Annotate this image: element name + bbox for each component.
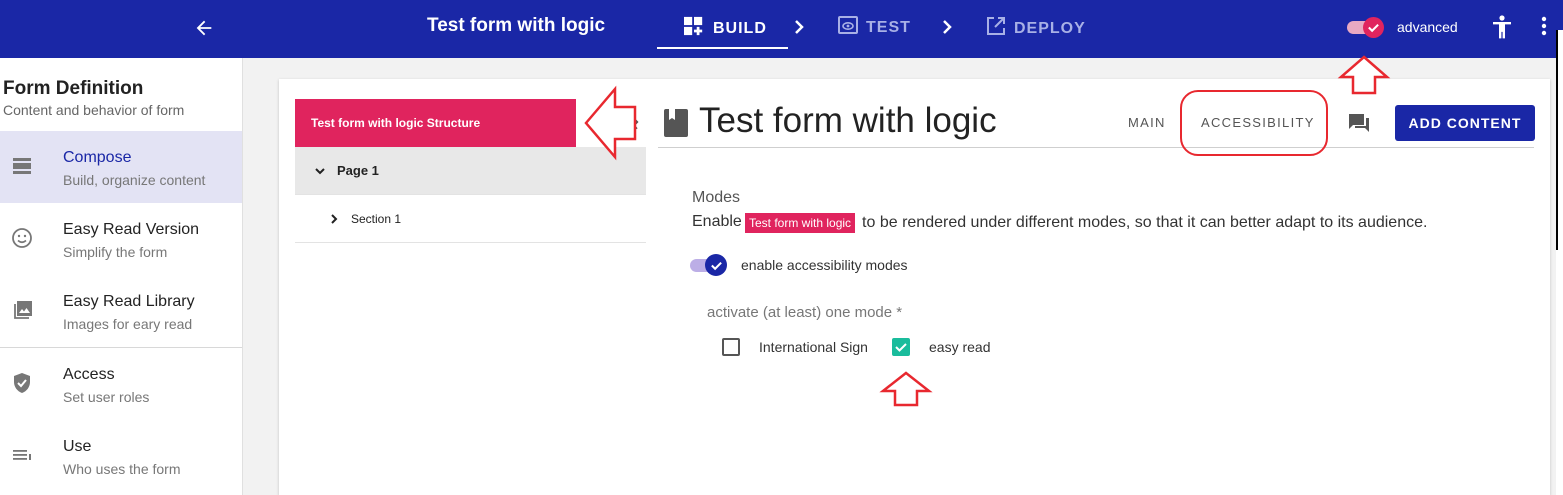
sidebar-item-desc: Set user roles (63, 389, 150, 405)
annotation-arrow-up-icon (1337, 55, 1391, 95)
accessibility-icon[interactable] (1490, 14, 1514, 45)
advanced-label: advanced (1397, 19, 1458, 35)
preview-icon (838, 16, 858, 39)
modes-desc-suffix: to be rendered under different modes, so… (862, 214, 1428, 231)
header-divider (658, 147, 1534, 148)
smiley-icon (11, 227, 33, 249)
chevron-right-icon (795, 20, 804, 34)
modes-description: Enable Test form with logic to be render… (692, 213, 1427, 233)
checkbox-label: easy read (929, 339, 991, 355)
step-build-label: BUILD (713, 19, 767, 37)
structure-header: Test form with logic Structure (295, 99, 576, 147)
sidebar-item-easy-read-version[interactable]: Easy Read Version Simplify the form (0, 203, 242, 275)
shield-check-icon (11, 372, 33, 394)
step-deploy[interactable]: DEPLOY (986, 16, 1086, 41)
check-icon (705, 254, 727, 276)
accessibility-modes-label: enable accessibility modes (741, 257, 908, 273)
modes-heading: Modes (692, 189, 741, 206)
international-sign-checkbox[interactable] (722, 338, 740, 356)
step-deploy-label: DEPLOY (1014, 19, 1086, 37)
sidebar-item-desc: Who uses the form (63, 461, 181, 477)
more-vert-icon[interactable] (1540, 14, 1548, 43)
sidebar-item-desc: Simplify the form (63, 244, 168, 260)
chevron-right-icon (943, 20, 952, 34)
book-icon (663, 108, 689, 143)
check-icon (895, 343, 907, 352)
tab-main[interactable]: MAIN (1128, 115, 1166, 130)
top-app-bar: Test form with logic BUILD TEST DEPLOY a… (0, 0, 1563, 58)
sidebar-item-label: Use (63, 438, 92, 455)
sidebar-item-use[interactable]: Use Who uses the form (0, 420, 242, 492)
form-name-chip: Test form with logic (745, 213, 856, 233)
sidebar-item-easy-read-library[interactable]: Easy Read Library Images for eary read (0, 275, 242, 347)
step-build[interactable]: BUILD (683, 16, 767, 41)
compose-icon (11, 155, 33, 177)
tree-item-label: Section 1 (351, 211, 402, 226)
chevron-down-icon (313, 164, 327, 178)
easy-read-checkbox[interactable] (892, 338, 910, 356)
image-library-icon (11, 299, 33, 321)
sidebar-title: Form Definition (3, 78, 144, 99)
page-title: Test form with logic (699, 101, 997, 140)
modes-desc-prefix: Enable (692, 213, 742, 230)
build-icon (683, 16, 705, 41)
checkbox-label: International Sign (759, 339, 868, 355)
check-icon (1363, 17, 1384, 38)
accessibility-modes-toggle[interactable] (690, 254, 730, 276)
annotation-highlight-ring (1180, 90, 1328, 156)
modes-group-label: activate (at least) one mode * (707, 304, 903, 321)
tree-item-label: Page 1 (337, 163, 379, 178)
sidebar-item-access[interactable]: Access Set user roles (0, 348, 242, 420)
list-icon (11, 444, 33, 466)
sidebar-item-desc: Images for eary read (63, 316, 193, 332)
form-title: Test form with logic (427, 15, 606, 36)
step-test-label: TEST (866, 18, 911, 36)
sidebar-subtitle: Content and behavior of form (3, 102, 185, 118)
open-external-icon (986, 16, 1006, 41)
sidebar-item-label: Compose (63, 149, 132, 166)
sidebar: Form Definition Content and behavior of … (0, 58, 243, 495)
advanced-toggle[interactable] (1347, 16, 1387, 38)
comments-icon[interactable] (1347, 111, 1371, 140)
back-arrow-icon[interactable] (190, 14, 218, 42)
add-content-button[interactable]: ADD CONTENT (1395, 105, 1535, 141)
sidebar-item-compose[interactable]: Compose Build, organize content (0, 131, 242, 203)
tree-item-section[interactable]: Section 1 (295, 195, 646, 243)
sidebar-item-desc: Build, organize content (63, 172, 206, 188)
sidebar-item-label: Access (63, 366, 115, 383)
chevron-right-icon (327, 212, 341, 226)
annotation-arrow-left-icon (584, 85, 637, 161)
step-test[interactable]: TEST (838, 16, 911, 39)
scrollbar[interactable] (1556, 30, 1563, 250)
active-step-indicator (657, 47, 788, 49)
sidebar-item-label: Easy Read Version (63, 221, 200, 238)
sidebar-item-label: Easy Read Library (63, 293, 195, 310)
annotation-arrow-up-icon (879, 371, 933, 407)
